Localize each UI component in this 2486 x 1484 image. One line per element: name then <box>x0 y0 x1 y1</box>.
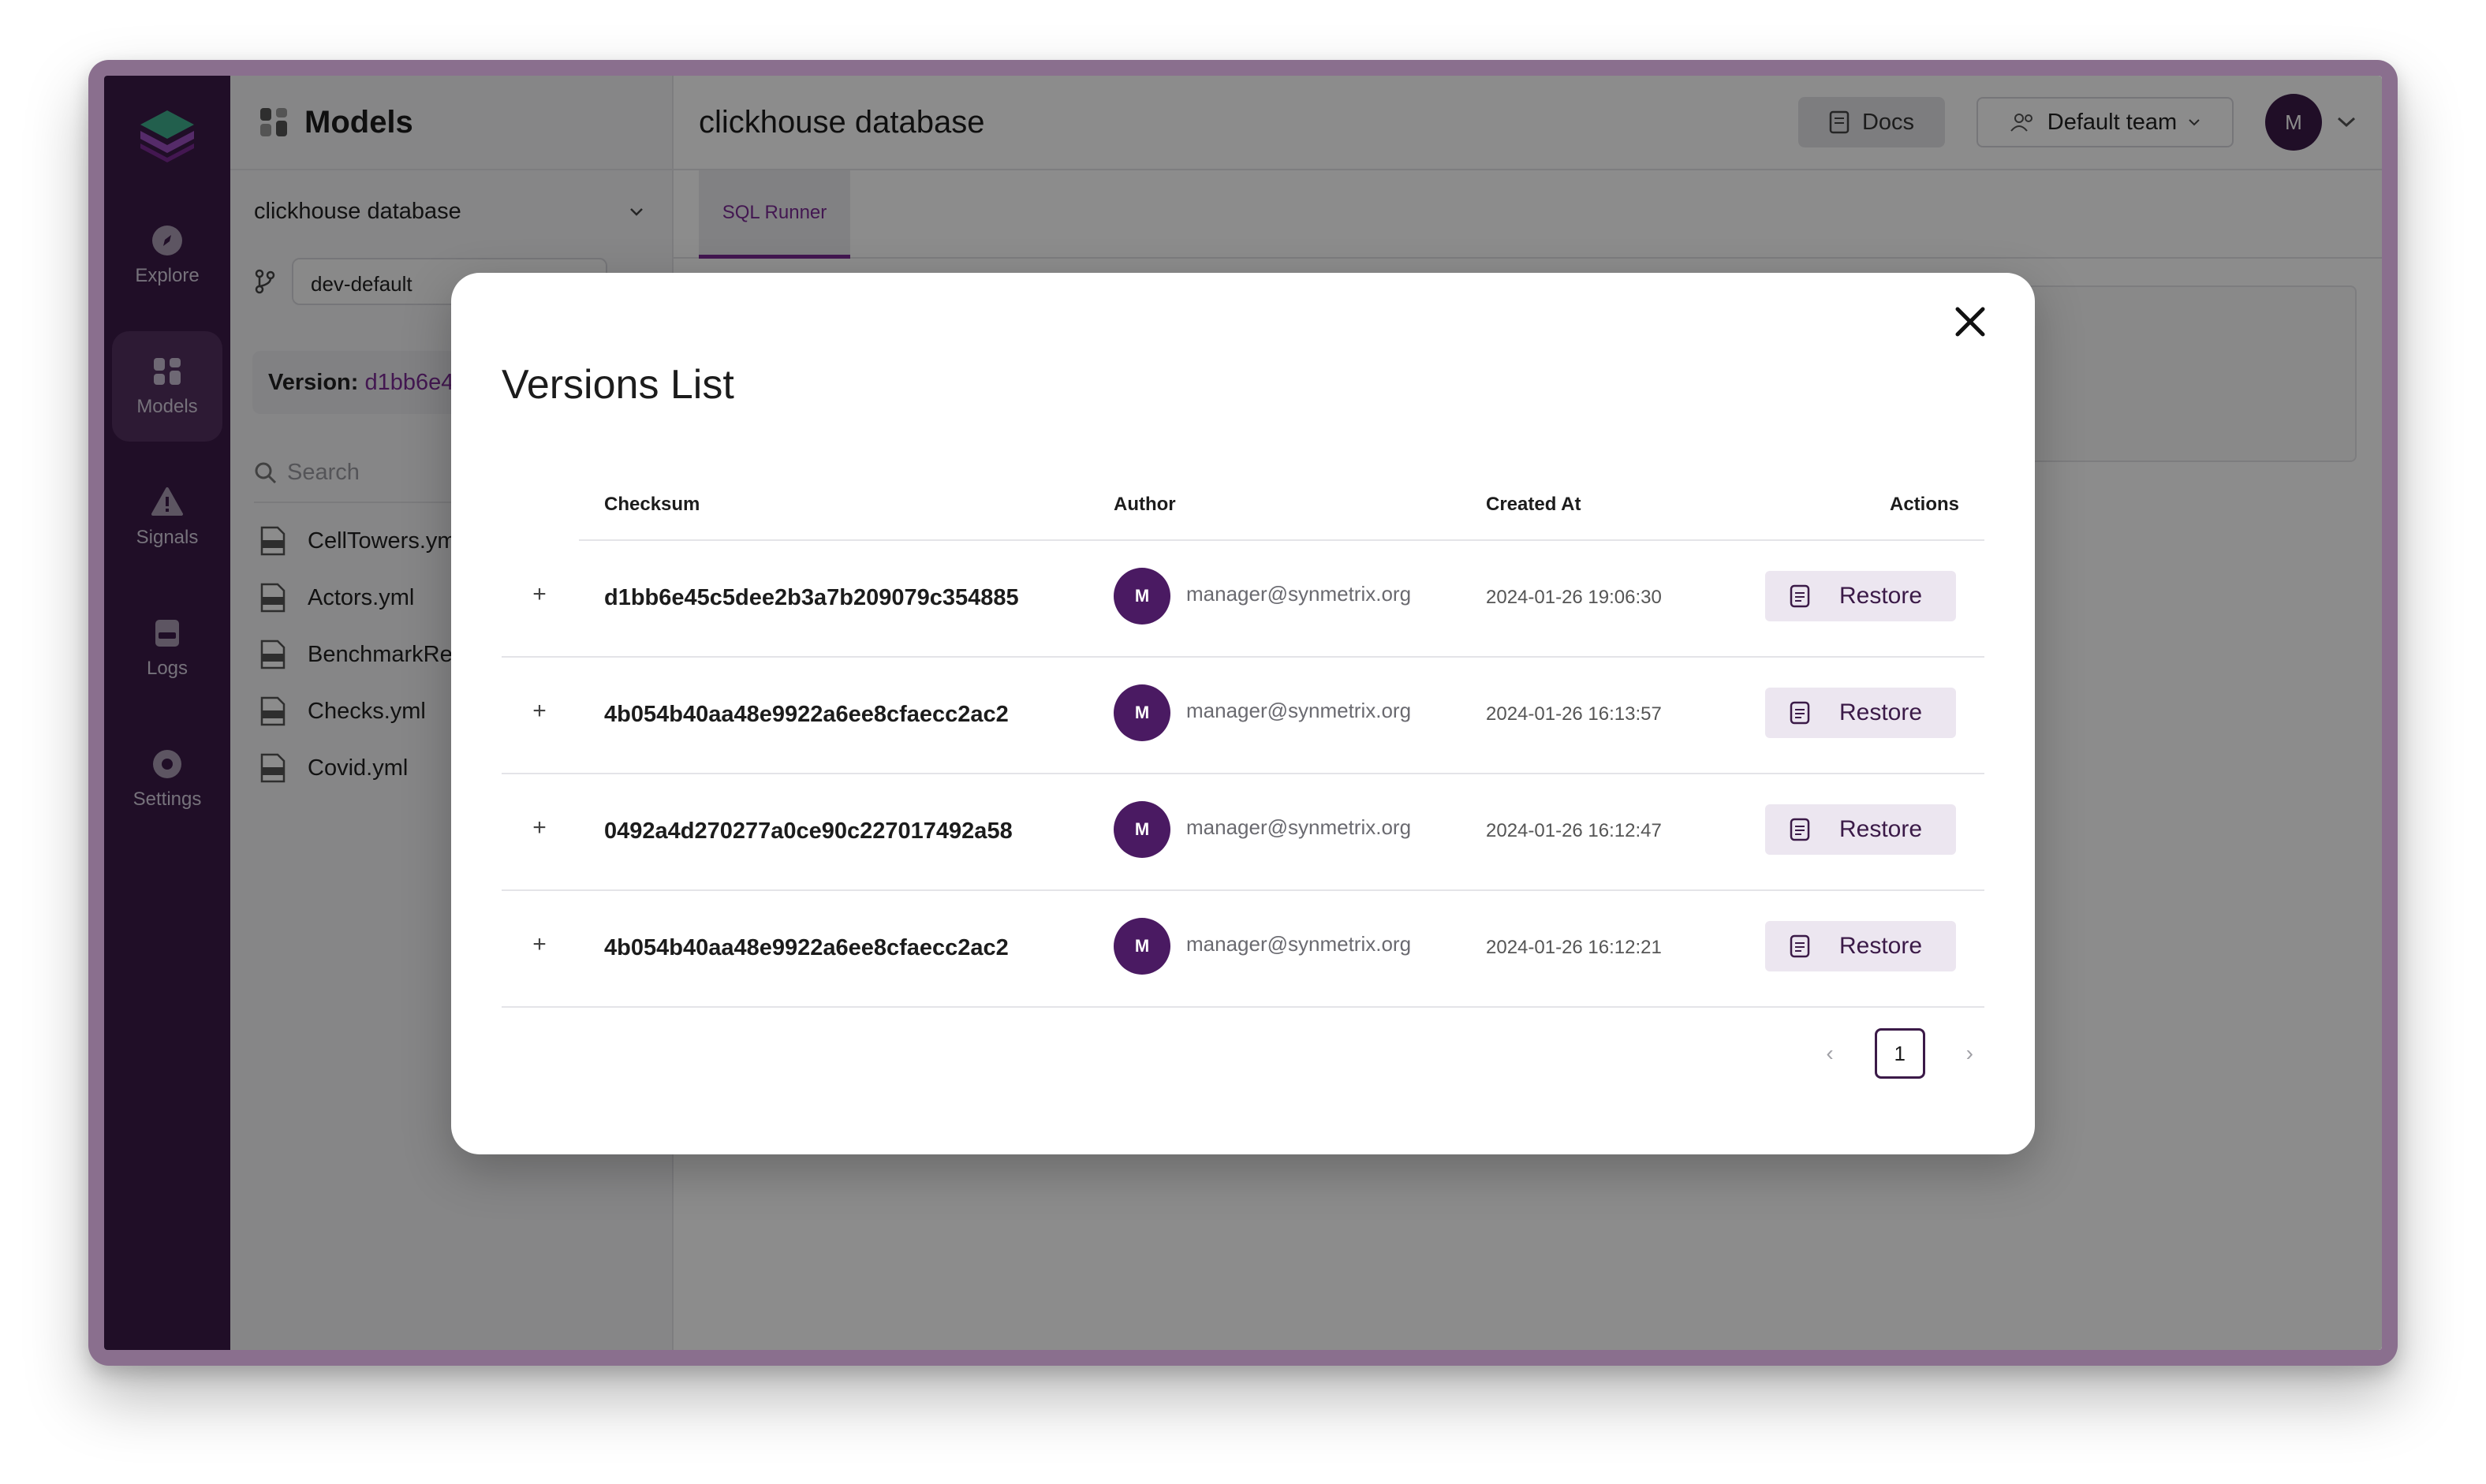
table-header: Checksum Author Created At Actions <box>579 462 1984 541</box>
col-created-at: Created At <box>1486 494 1581 515</box>
created-at-cell: 2024-01-26 16:12:21 <box>1486 937 1662 958</box>
author-email: manager@synmetrix.org <box>1186 699 1412 722</box>
close-icon[interactable] <box>1948 300 1992 344</box>
next-page-button[interactable]: › <box>1966 1041 1973 1066</box>
document-icon <box>1790 701 1810 725</box>
restore-button[interactable]: Restore <box>1765 688 1956 738</box>
page-1-button[interactable]: 1 <box>1874 1028 1925 1079</box>
restore-button[interactable]: Restore <box>1765 921 1956 971</box>
restore-label: Restore <box>1839 816 1923 842</box>
restore-button[interactable]: Restore <box>1765 571 1956 621</box>
created-at-cell: 2024-01-26 16:12:47 <box>1486 820 1662 841</box>
restore-label: Restore <box>1839 933 1923 959</box>
checksum-cell: 4b054b40aa48e9922a6ee8cfaecc2ac2 <box>604 935 1009 960</box>
avatar: M <box>1114 801 1170 858</box>
table-row: + d1bb6e45c5dee2b3a7b209079c354885 M man… <box>502 541 1984 658</box>
document-icon <box>1790 818 1810 841</box>
document-icon <box>1790 934 1810 958</box>
checksum-cell: d1bb6e45c5dee2b3a7b209079c354885 <box>604 585 1019 610</box>
modal-title: Versions List <box>502 362 734 408</box>
created-at-cell: 2024-01-26 19:06:30 <box>1486 587 1662 608</box>
checksum-cell: 0492a4d270277a0ce90c227017492a58 <box>604 818 1013 844</box>
restore-label: Restore <box>1839 583 1923 609</box>
pagination: ‹ 1 › <box>1826 1028 1973 1079</box>
versions-modal: Versions List Checksum Author Created At… <box>451 273 2035 1154</box>
col-author: Author <box>1114 494 1176 515</box>
prev-page-button[interactable]: ‹ <box>1826 1041 1833 1066</box>
author-email: manager@synmetrix.org <box>1186 815 1412 839</box>
versions-table: Checksum Author Created At Actions + d1b… <box>502 462 1984 1008</box>
table-row: + 0492a4d270277a0ce90c227017492a58 M man… <box>502 774 1984 891</box>
restore-button[interactable]: Restore <box>1765 804 1956 855</box>
checksum-cell: 4b054b40aa48e9922a6ee8cfaecc2ac2 <box>604 702 1009 727</box>
avatar: M <box>1114 918 1170 975</box>
created-at-cell: 2024-01-26 16:13:57 <box>1486 703 1662 725</box>
col-actions: Actions <box>1889 494 1959 515</box>
expand-icon[interactable]: + <box>530 583 549 606</box>
table-row: + 4b054b40aa48e9922a6ee8cfaecc2ac2 M man… <box>502 891 1984 1008</box>
expand-icon[interactable]: + <box>530 699 549 723</box>
expand-icon[interactable]: + <box>530 816 549 840</box>
document-icon <box>1790 584 1810 608</box>
author-email: manager@synmetrix.org <box>1186 932 1412 956</box>
restore-label: Restore <box>1839 699 1923 725</box>
avatar: M <box>1114 568 1170 625</box>
avatar: M <box>1114 684 1170 741</box>
author-email: manager@synmetrix.org <box>1186 582 1412 606</box>
table-row: + 4b054b40aa48e9922a6ee8cfaecc2ac2 M man… <box>502 658 1984 774</box>
col-checksum: Checksum <box>604 494 700 515</box>
expand-icon[interactable]: + <box>530 933 549 956</box>
